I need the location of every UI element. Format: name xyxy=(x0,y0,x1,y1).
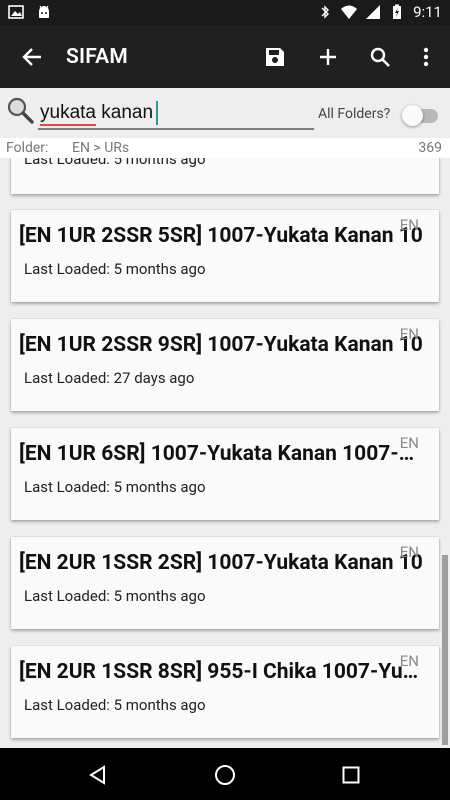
square-recents-icon xyxy=(342,766,360,784)
card-meta: Last Loaded: 5 months ago xyxy=(24,587,206,605)
breadcrumb[interactable]: EN > URs xyxy=(72,140,129,156)
status-bar: 9:11 xyxy=(0,0,450,25)
nav-back-button[interactable] xyxy=(81,758,115,792)
list-card[interactable]: [EN 1UR 2SSR 5SR] 1007-Yukata Kanan 10 E… xyxy=(11,210,439,302)
language-badge: EN xyxy=(399,434,419,452)
card-meta: Last Loaded: 5 months ago xyxy=(24,478,206,496)
app-title: SIFAM xyxy=(66,45,128,69)
search-bar: All Folders? xyxy=(0,88,450,138)
search-button[interactable] xyxy=(360,37,400,77)
language-badge: EN xyxy=(399,543,419,561)
save-icon xyxy=(266,48,284,66)
navigation-bar xyxy=(0,748,450,800)
list-card[interactable]: [EN 2UR 1SSR 8SR] 955-I Chika 1007-Yukat… xyxy=(11,646,439,738)
overflow-menu-button[interactable] xyxy=(406,37,446,77)
all-folders-label: All Folders? xyxy=(318,106,391,122)
triangle-back-icon xyxy=(89,765,105,785)
card-meta: Last Loaded: 5 months ago xyxy=(24,696,206,714)
search-input[interactable] xyxy=(38,100,318,126)
back-button[interactable] xyxy=(12,37,52,77)
app-bar: SIFAM xyxy=(0,25,450,88)
magnifier-icon xyxy=(6,96,34,124)
all-folders-toggle[interactable] xyxy=(402,103,438,126)
arrow-back-icon xyxy=(22,48,41,66)
bluetooth-icon xyxy=(321,5,330,19)
nav-home-button[interactable] xyxy=(208,758,242,792)
scrollbar-thumb[interactable] xyxy=(442,555,448,745)
card-list[interactable]: Last Loaded: 5 months ago [EN 1UR 2SSR 5… xyxy=(0,138,450,748)
save-button[interactable] xyxy=(255,37,295,77)
card-title: [EN 1UR 2SSR 9SR] 1007-Yukata Kanan 10 xyxy=(19,333,423,357)
add-button[interactable] xyxy=(308,37,348,77)
plus-icon xyxy=(320,49,336,65)
folder-breadcrumb-bar: Folder: EN > URs 369 xyxy=(0,138,450,158)
card-title: [EN 1UR 2SSR 5SR] 1007-Yukata Kanan 10 xyxy=(19,224,423,248)
circle-home-icon xyxy=(215,765,235,785)
card-meta: Last Loaded: 27 days ago xyxy=(24,369,195,387)
more-vert-icon xyxy=(423,47,429,67)
list-card[interactable]: [EN 2UR 1SSR 2SR] 1007-Yukata Kanan 10 E… xyxy=(11,537,439,629)
signal-icon xyxy=(366,5,381,19)
folder-label: Folder: xyxy=(6,140,49,156)
card-title: [EN 2UR 1SSR 2SR] 1007-Yukata Kanan 10 xyxy=(19,551,423,575)
search-icon xyxy=(370,47,390,67)
card-meta: Last Loaded: 5 months ago xyxy=(24,260,206,278)
list-card[interactable]: [EN 1UR 2SSR 9SR] 1007-Yukata Kanan 10 E… xyxy=(11,319,439,411)
language-badge: EN xyxy=(399,216,419,234)
card-title: [EN 2UR 1SSR 8SR] 955-I Chika 1007-Yukat… xyxy=(19,660,424,684)
result-count: 369 xyxy=(418,140,442,156)
search-input-underline xyxy=(38,128,314,130)
clock: 9:11 xyxy=(413,3,442,21)
wifi-icon xyxy=(341,5,358,19)
nav-recents-button[interactable] xyxy=(334,758,368,792)
toggle-thumb xyxy=(402,105,423,126)
list-card[interactable]: [EN 1UR 6SR] 1007-Yukata Kanan 1007-Yuka… xyxy=(11,428,439,520)
card-title: [EN 1UR 6SR] 1007-Yukata Kanan 1007-Yuka… xyxy=(19,442,424,466)
image-notification-icon xyxy=(8,5,24,19)
text-cursor xyxy=(156,101,158,125)
battery-icon xyxy=(393,4,402,19)
language-badge: EN xyxy=(399,652,419,670)
language-badge: EN xyxy=(399,325,419,343)
android-notification-icon xyxy=(39,5,49,18)
spellcheck-underline xyxy=(40,124,96,126)
